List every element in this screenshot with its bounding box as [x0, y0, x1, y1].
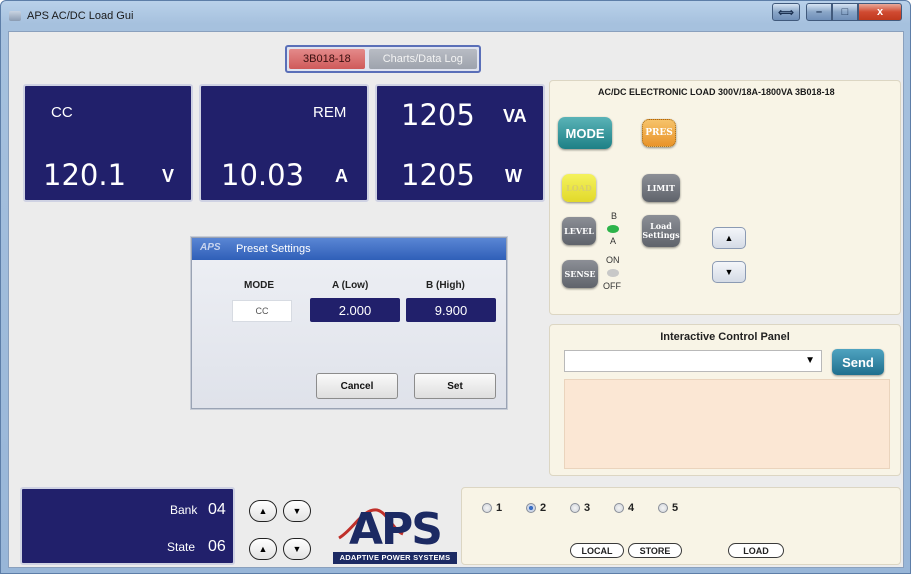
preset-settings-dialog: APS Preset Settings MODE A (Low) B (High…: [191, 237, 507, 409]
level-button[interactable]: LEVEL: [562, 217, 596, 245]
tab-charts-data-log[interactable]: Charts/Data Log: [368, 49, 477, 69]
aps-logo-text: APS: [349, 504, 441, 552]
level-a-label: A: [610, 236, 617, 246]
set-button[interactable]: Set: [414, 373, 496, 399]
sense-button[interactable]: SENSE: [562, 260, 598, 288]
apparent-power-unit: VA: [503, 106, 527, 126]
dialog-a-header: A (Low): [332, 280, 369, 291]
cancel-button[interactable]: Cancel: [316, 373, 398, 399]
sense-on-label: ON: [606, 255, 620, 265]
bank-label: Bank: [170, 503, 198, 517]
interactive-control-panel: Interactive Control Panel ▼ Send: [549, 324, 901, 476]
aps-logo: APS ADAPTIVE POWER SYSTEMS: [333, 500, 457, 564]
command-dropdown[interactable]: ▼: [564, 350, 822, 372]
preset-radio-2-label: 2: [540, 502, 547, 514]
local-button[interactable]: LOCAL: [570, 543, 624, 558]
title-bar[interactable]: APS AC/DC Load Gui ⟺ – □ x: [1, 1, 910, 31]
radio-dot-icon: [570, 503, 580, 513]
pres-button[interactable]: PRES: [642, 119, 676, 147]
preset-radio-2[interactable]: 2: [526, 502, 546, 514]
app-window: APS AC/DC Load Gui ⟺ – □ x 3B018-18 Char…: [0, 0, 911, 574]
preset-radio-4-label: 4: [628, 502, 635, 514]
interactive-panel-title: Interactive Control Panel: [660, 331, 790, 343]
radio-dot-icon: [658, 503, 668, 513]
level-b-label: B: [611, 211, 618, 221]
state-label: State: [167, 540, 196, 554]
response-log-area[interactable]: [564, 379, 890, 469]
load-settings-label-line2: Settings: [642, 230, 680, 240]
dialog-b-high-field[interactable]: 9.900: [406, 298, 496, 322]
tab-bar: 3B018-18 Charts/Data Log: [285, 45, 481, 73]
preset-radio-5[interactable]: 5: [658, 502, 678, 514]
swap-window-button[interactable]: ⟺: [772, 3, 800, 21]
mode-readout: CC: [51, 104, 73, 121]
mode-button[interactable]: MODE: [558, 117, 612, 149]
app-icon: [9, 11, 21, 21]
preset-radio-4[interactable]: 4: [614, 502, 634, 514]
dialog-mode-field[interactable]: CC: [232, 300, 292, 322]
window-controls: ⟺ – □ x: [772, 3, 902, 21]
preset-radio-5-label: 5: [672, 502, 679, 514]
send-button[interactable]: Send: [832, 349, 884, 375]
voltage-meter: CC 120.1 V: [23, 84, 193, 202]
voltage-unit: V: [162, 166, 175, 186]
client-area: 3B018-18 Charts/Data Log CC 120.1 V REM …: [8, 31, 904, 568]
apparent-power-value: 1205: [401, 98, 475, 132]
level-indicator-led: [607, 225, 619, 233]
preset-radio-1-label: 1: [496, 502, 503, 514]
radio-dot-selected-icon: [526, 503, 536, 513]
aps-logo-graphic: APS: [338, 504, 443, 555]
maximize-button[interactable]: □: [832, 3, 858, 21]
current-value: 10.03: [221, 158, 305, 192]
current-unit: A: [335, 166, 348, 186]
limit-button[interactable]: LIMIT: [642, 174, 680, 202]
load-settings-button[interactable]: Load Settings: [642, 215, 680, 247]
bank-up-button[interactable]: ▲: [249, 500, 277, 522]
arrow-down-button[interactable]: ▼: [712, 261, 746, 283]
power-value: 1205: [401, 158, 475, 192]
dialog-a-low-field[interactable]: 2.000: [310, 298, 400, 322]
arrow-up-button[interactable]: ▲: [712, 227, 746, 249]
window-title: APS AC/DC Load Gui: [27, 10, 134, 22]
dialog-mode-header: MODE: [244, 280, 274, 291]
load-button[interactable]: LOAD: [562, 174, 596, 202]
current-meter: REM 10.03 A: [199, 84, 369, 202]
sense-off-label: OFF: [603, 281, 621, 291]
minimize-button[interactable]: –: [806, 3, 832, 21]
preset-load-button[interactable]: LOAD: [728, 543, 784, 558]
radio-dot-icon: [482, 503, 492, 513]
chevron-down-icon: ▼: [805, 355, 815, 366]
preset-panel: 1 2 3 4 5 LOCAL STORE LOAD: [461, 487, 901, 565]
tab-3b018-18[interactable]: 3B018-18: [289, 49, 365, 69]
preset-radio-3[interactable]: 3: [570, 502, 590, 514]
power-unit: W: [505, 166, 522, 186]
dialog-b-header: B (High): [426, 280, 465, 291]
preset-radio-3-label: 3: [584, 502, 591, 514]
model-title: AC/DC ELECTRONIC LOAD 300V/18A-1800VA 3B…: [598, 87, 835, 97]
bank-value: 04: [208, 501, 226, 518]
aps-small-icon: APS: [200, 242, 221, 253]
power-meter: 1205 VA 1205 W: [375, 84, 545, 202]
preset-radio-1[interactable]: 1: [482, 502, 502, 514]
dialog-title: Preset Settings: [236, 243, 311, 255]
store-button[interactable]: STORE: [628, 543, 682, 558]
voltage-value: 120.1: [43, 158, 127, 192]
state-up-button[interactable]: ▲: [249, 538, 277, 560]
remote-readout: REM: [313, 104, 347, 121]
dialog-title-bar[interactable]: APS Preset Settings: [192, 238, 506, 260]
bank-down-button[interactable]: ▼: [283, 500, 311, 522]
load-control-panel: AC/DC ELECTRONIC LOAD 300V/18A-1800VA 3B…: [549, 80, 901, 315]
close-button[interactable]: x: [858, 3, 902, 21]
bank-state-panel: Bank 04 State 06: [20, 487, 235, 565]
state-down-button[interactable]: ▼: [283, 538, 311, 560]
aps-logo-subtitle: ADAPTIVE POWER SYSTEMS: [333, 552, 457, 564]
radio-dot-icon: [614, 503, 624, 513]
state-value: 06: [208, 538, 226, 555]
sense-indicator-led: [607, 269, 619, 277]
